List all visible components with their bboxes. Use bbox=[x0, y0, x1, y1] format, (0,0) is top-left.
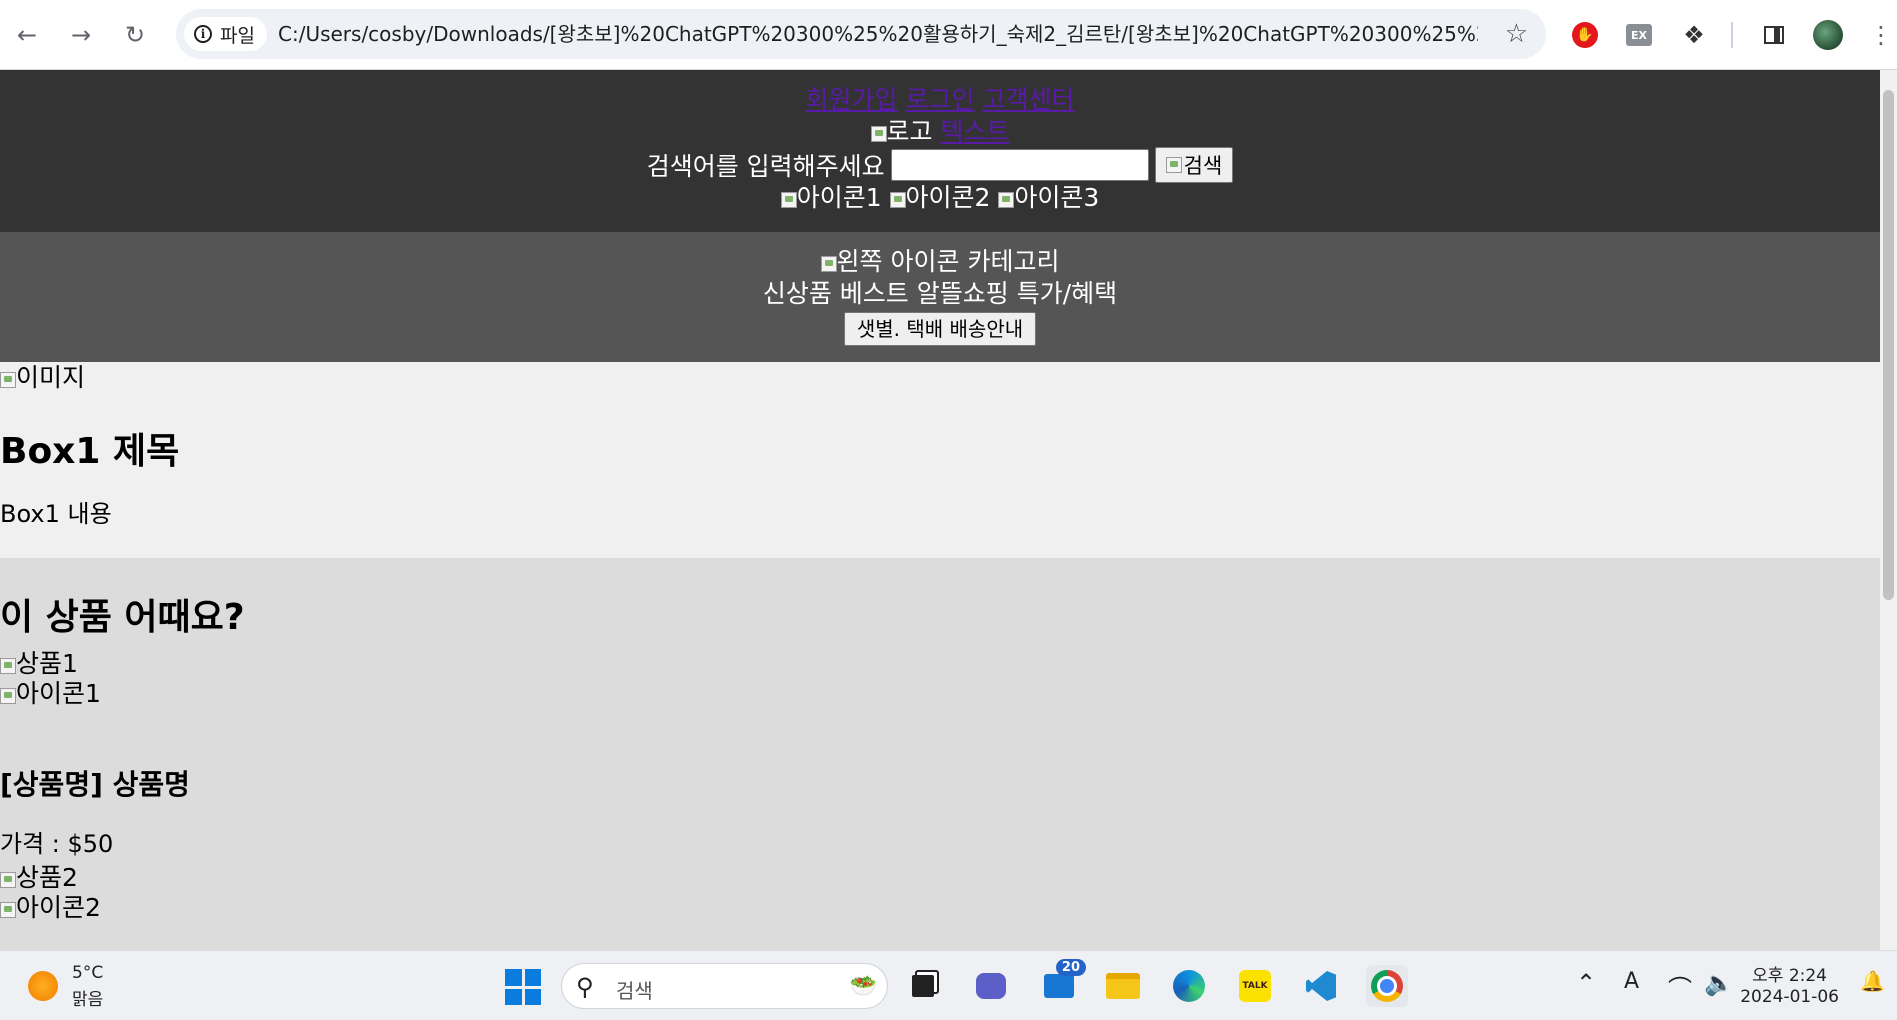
toolbar-divider bbox=[1731, 22, 1733, 48]
taskbar-search[interactable]: ⚲ 검색 🥗 bbox=[561, 963, 888, 1009]
header-icons-row: 아이콘1 아이콘2 아이콘3 bbox=[0, 182, 1880, 214]
back-arrow-icon[interactable]: ← bbox=[12, 20, 42, 50]
info-icon: i bbox=[194, 25, 212, 43]
kakaotalk-icon[interactable]: TALK bbox=[1234, 965, 1276, 1007]
search-input[interactable] bbox=[890, 149, 1149, 181]
forward-arrow-icon[interactable]: → bbox=[66, 20, 96, 50]
weather-temperature[interactable]: 5°C bbox=[72, 963, 103, 983]
product-2-icon: 아이콘2 bbox=[0, 892, 101, 924]
category-label[interactable]: 카테고리 bbox=[967, 247, 1059, 276]
category-row: 왼쪽 아이콘 카테고리 bbox=[0, 246, 1880, 278]
side-panel-icon[interactable] bbox=[1757, 18, 1791, 52]
signup-link[interactable]: 회원가입 bbox=[806, 85, 898, 114]
left-icon-image[interactable]: 왼쪽 아이콘 bbox=[837, 247, 960, 276]
clock-time[interactable]: 오후 2:24 bbox=[1752, 961, 1827, 986]
broken-image-icon bbox=[780, 192, 797, 208]
login-link[interactable]: 로그인 bbox=[905, 85, 974, 114]
notification-bell-icon[interactable]: 🔔 bbox=[1860, 969, 1885, 993]
box1-content: Box1 내용 bbox=[0, 500, 112, 528]
category-nav: 왼쪽 아이콘 카테고리 신상품 베스트 알뜰쇼핑 특가/혜택 샛별. 택배 배송… bbox=[0, 232, 1880, 362]
site-header: 회원가입 로그인 고객센터 로고 텍스트 검색어를 입력해주세요 검색 아이콘1… bbox=[0, 70, 1880, 232]
header-icon-2[interactable]: 아이콘2 bbox=[906, 183, 991, 212]
product-1-image-alt: 상품1 bbox=[16, 649, 78, 678]
broken-image-icon bbox=[1165, 157, 1182, 173]
broken-image-icon bbox=[820, 256, 837, 272]
page-viewport: 회원가입 로그인 고객센터 로고 텍스트 검색어를 입력해주세요 검색 아이콘1… bbox=[0, 70, 1880, 950]
edge-browser-icon[interactable] bbox=[1168, 965, 1210, 1007]
search-icon: ⚲ bbox=[576, 973, 594, 1001]
weather-description[interactable]: 맑음 bbox=[72, 985, 103, 1010]
product-2-icon-alt: 아이콘2 bbox=[16, 893, 101, 922]
ime-indicator[interactable]: A bbox=[1624, 969, 1639, 994]
broken-image-icon bbox=[0, 658, 16, 674]
shipping-info-button[interactable]: 샛별. 택배 배송안내 bbox=[843, 312, 1037, 346]
chevron-up-icon[interactable]: ⌃ bbox=[1576, 969, 1596, 997]
site-info-chip[interactable]: i 파일 bbox=[184, 17, 267, 51]
product-1-icon-alt: 아이콘1 bbox=[16, 679, 101, 708]
address-bar[interactable]: i 파일 C:/Users/cosby/Downloads/[왕초보]%20Ch… bbox=[176, 9, 1546, 59]
menu-kebab-icon[interactable]: ⋮ bbox=[1866, 20, 1896, 50]
box1-section: 이미지 Box1 제목 Box1 내용 bbox=[0, 362, 1880, 558]
search-label: 검색어를 입력해주세요 bbox=[646, 152, 885, 181]
adblock-extension-icon[interactable]: ✋ bbox=[1568, 18, 1602, 52]
product-1-price: 가격 : $50 bbox=[0, 830, 114, 858]
header-icon-3[interactable]: 아이콘3 bbox=[1014, 183, 1099, 212]
product-1-icon: 아이콘1 bbox=[0, 678, 101, 710]
search-button-label: 검색 bbox=[1183, 154, 1223, 178]
broken-image-icon bbox=[0, 902, 16, 918]
weather-sun-icon[interactable] bbox=[28, 971, 58, 1001]
search-row: 검색어를 입력해주세요 검색 bbox=[0, 147, 1880, 183]
clock-date[interactable]: 2024-01-06 bbox=[1740, 987, 1839, 1007]
broken-image-icon bbox=[0, 688, 16, 704]
broken-image-icon bbox=[998, 192, 1015, 208]
reload-icon[interactable]: ↻ bbox=[120, 20, 150, 50]
ex-extension-icon[interactable]: EX bbox=[1622, 18, 1656, 52]
chrome-browser-icon[interactable] bbox=[1366, 965, 1408, 1007]
vscode-icon[interactable] bbox=[1300, 965, 1342, 1007]
box1-image-alt: 이미지 bbox=[16, 363, 86, 392]
broken-image-icon bbox=[870, 126, 887, 142]
logo-image[interactable]: 로고 bbox=[887, 117, 933, 146]
customer-center-link[interactable]: 고객센터 bbox=[982, 85, 1074, 114]
products-section: 이 상품 어때요? 상품1 아이콘1 [상품명] 상품명 가격 : $50 상품… bbox=[0, 558, 1880, 950]
taskbar-search-label: 검색 bbox=[616, 979, 653, 1003]
menu-row[interactable]: 신상품 베스트 알뜰쇼핑 특가/혜택 bbox=[0, 278, 1880, 310]
outlook-mail-icon[interactable]: 20 bbox=[1038, 959, 1086, 1007]
logo-row: 로고 텍스트 bbox=[0, 116, 1880, 148]
broken-image-icon bbox=[889, 192, 906, 208]
file-explorer-icon[interactable] bbox=[1102, 965, 1144, 1007]
search-button[interactable]: 검색 bbox=[1154, 147, 1234, 183]
box1-title: Box1 제목 bbox=[0, 431, 180, 472]
teams-chat-icon[interactable] bbox=[970, 965, 1012, 1007]
site-info-label: 파일 bbox=[220, 24, 255, 47]
top-links: 회원가입 로그인 고객센터 bbox=[0, 84, 1880, 116]
volume-icon[interactable]: 🔈 bbox=[1704, 969, 1734, 997]
product-1-name: [상품명] 상품명 bbox=[0, 768, 190, 801]
scrollbar-thumb[interactable] bbox=[1883, 90, 1894, 600]
broken-image-icon bbox=[0, 372, 16, 388]
windows-taskbar: 5°C 맑음 ⚲ 검색 🥗 20 TALK ⌃ A ⌒ 🔈 오후 2:24 20… bbox=[0, 950, 1897, 1020]
broken-image-icon bbox=[0, 872, 16, 888]
products-heading: 이 상품 어때요? bbox=[0, 597, 245, 638]
task-view-icon[interactable] bbox=[902, 965, 944, 1007]
page-scrollbar[interactable] bbox=[1880, 70, 1897, 950]
product-1-image[interactable]: 상품1 bbox=[0, 648, 78, 680]
box1-image: 이미지 bbox=[0, 362, 85, 394]
profile-avatar[interactable] bbox=[1811, 18, 1845, 52]
bookmark-star-icon[interactable]: ☆ bbox=[1505, 19, 1528, 49]
wifi-icon[interactable]: ⌒ bbox=[1668, 969, 1692, 1004]
windows-start-icon[interactable] bbox=[505, 969, 541, 1005]
text-link[interactable]: 텍스트 bbox=[940, 117, 1009, 146]
extensions-puzzle-icon[interactable]: ❖ bbox=[1677, 18, 1711, 52]
url-text[interactable]: C:/Users/cosby/Downloads/[왕초보]%20ChatGPT… bbox=[278, 9, 1478, 59]
notification-badge: 20 bbox=[1055, 959, 1086, 976]
product-2-image-alt: 상품2 bbox=[16, 863, 78, 892]
product-2-image[interactable]: 상품2 bbox=[0, 862, 78, 894]
browser-toolbar: ← → ↻ i 파일 C:/Users/cosby/Downloads/[왕초보… bbox=[0, 0, 1897, 70]
search-highlight-icon: 🥗 bbox=[849, 974, 877, 999]
header-icon-1[interactable]: 아이콘1 bbox=[797, 183, 882, 212]
